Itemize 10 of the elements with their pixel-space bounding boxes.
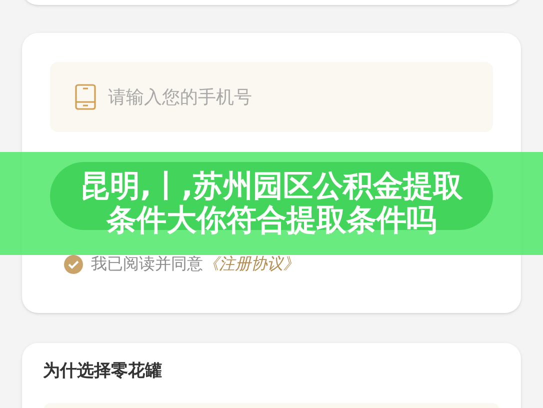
agree-checkbox[interactable] [64, 254, 83, 274]
phone-input[interactable]: 请输入您的手机号 [108, 84, 468, 110]
agreement-link[interactable]: 《注册协议》 [203, 254, 299, 273]
card-title: 为什选择零花罐 [43, 360, 163, 383]
phone-icon [75, 84, 96, 110]
phone-field[interactable]: 请输入您的手机号 [50, 62, 493, 132]
check-icon [68, 260, 79, 268]
agreement-text: 我已阅读并同意 [91, 254, 203, 273]
banner-title: 昆明,丨,苏州园区公积金提取 [80, 170, 463, 204]
banner-title: 条件大你符合提取条件吗 [106, 204, 436, 238]
